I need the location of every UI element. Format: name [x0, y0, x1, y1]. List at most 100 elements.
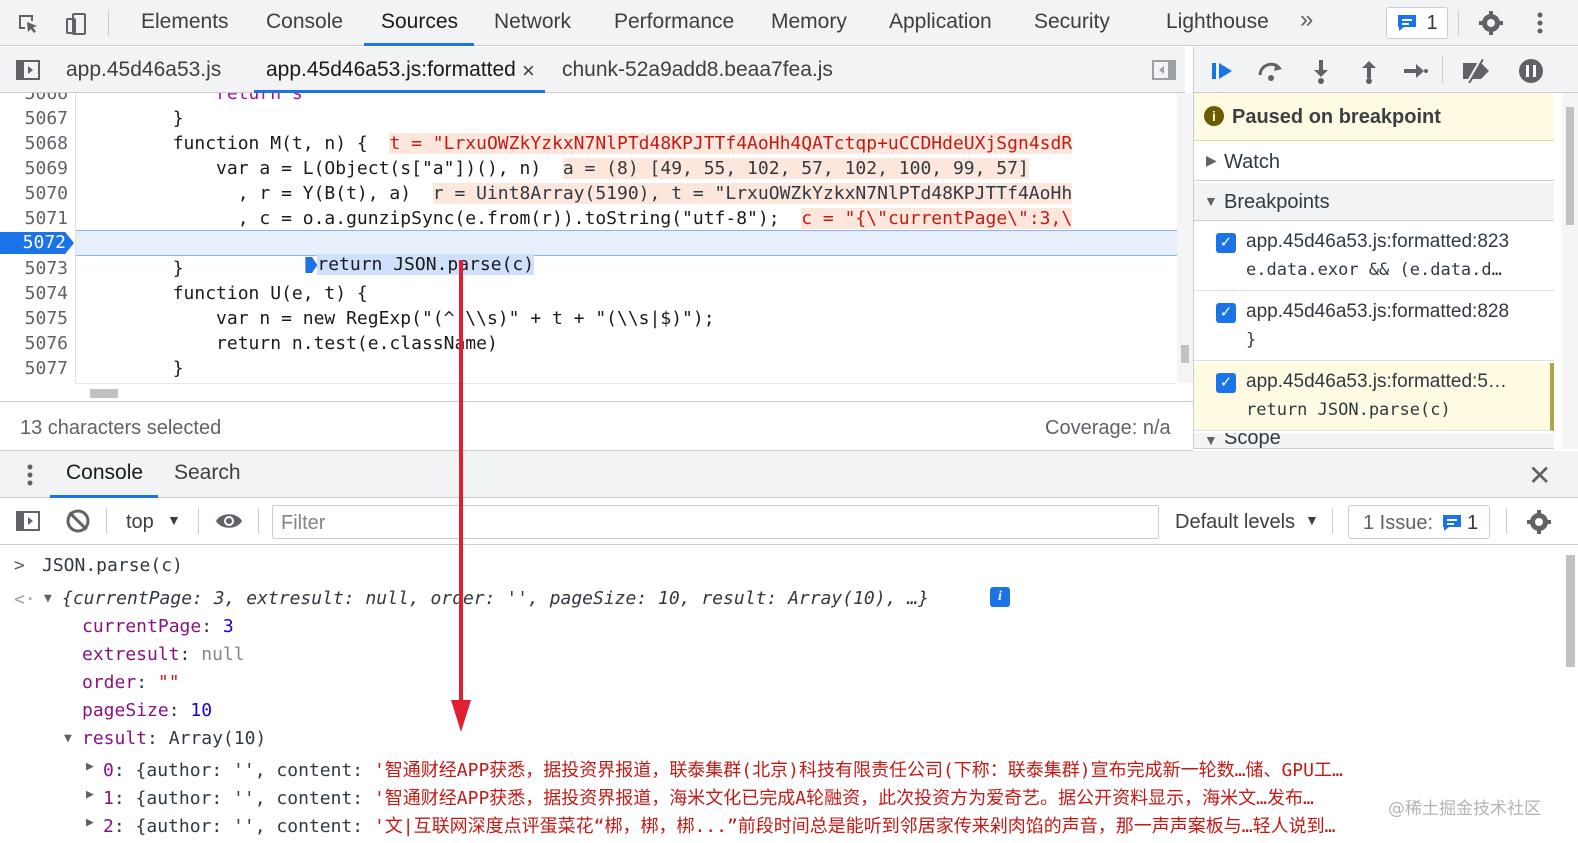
more-tabs-icon[interactable]: »: [1300, 6, 1313, 34]
console-filter-input[interactable]: Filter: [272, 505, 1159, 539]
line-number[interactable]: 5077: [0, 358, 68, 379]
result-arrow-icon: <·: [14, 589, 36, 610]
input-prompt-icon: >: [14, 555, 25, 576]
info-badge-icon[interactable]: i: [990, 587, 1010, 607]
tab-performance[interactable]: Performance: [614, 10, 734, 34]
line-number[interactable]: 5071: [0, 208, 68, 229]
sidebar-scrollbar[interactable]: [1562, 93, 1578, 449]
clear-console-icon[interactable]: [64, 507, 92, 535]
tab-application[interactable]: Application: [889, 10, 992, 34]
step-into-icon[interactable]: [1306, 56, 1336, 86]
tab-elements[interactable]: Elements: [141, 10, 229, 34]
item-prefix: : {author: '', content:: [114, 816, 374, 837]
breakpoint-item-current[interactable]: ✓ app.45d46a53.js:formatted:5… return JS…: [1194, 363, 1554, 431]
line-number[interactable]: 5069: [0, 158, 68, 179]
console-input-line: JSON.parse(c): [42, 555, 183, 576]
device-toolbar-icon[interactable]: [62, 10, 90, 38]
console-output[interactable]: > JSON.parse(c) <· ▼ {currentPage: 3, ex…: [0, 545, 1578, 843]
expand-triangle-icon[interactable]: ▶: [86, 759, 94, 774]
breakpoint-item[interactable]: ✓ app.45d46a53.js:formatted:828 }: [1194, 293, 1554, 361]
live-expression-eye-icon[interactable]: [214, 507, 244, 535]
expand-triangle-icon[interactable]: ▶: [86, 815, 94, 830]
expand-triangle-icon[interactable]: ▼: [44, 591, 52, 606]
tab-sources[interactable]: Sources: [381, 10, 458, 34]
console-settings-gear-icon[interactable]: [1524, 507, 1554, 537]
log-levels-dropdown[interactable]: Default levels: [1175, 511, 1295, 534]
inline-value: a = (8) [49, 55, 102, 57, 102, 100, 99, …: [563, 158, 1029, 179]
step-over-icon[interactable]: [1256, 56, 1286, 86]
close-tab-icon[interactable]: ×: [522, 58, 535, 84]
breakpoints-section-header[interactable]: ▼ Breakpoints: [1194, 183, 1554, 221]
context-selector[interactable]: top: [126, 511, 154, 534]
drawer-tab-console[interactable]: Console: [66, 461, 143, 485]
item-prefix: : {author: '', content:: [114, 788, 374, 809]
file-tabs-bar: app.45d46a53.js app.45d46a53.js:formatte…: [0, 47, 1185, 93]
tab-network[interactable]: Network: [494, 10, 571, 34]
expand-triangle-icon[interactable]: ▼: [64, 731, 72, 746]
scrollbar-thumb[interactable]: [1566, 555, 1575, 667]
resume-icon[interactable]: [1208, 56, 1238, 86]
code-editor[interactable]: 5066 5067 5068 5069 5070 5071 5072 5073 …: [0, 93, 1177, 383]
toggle-debugger-icon[interactable]: [1150, 56, 1178, 84]
tab-console[interactable]: Console: [266, 10, 343, 34]
code-text: , r = Y(B(t), a): [86, 183, 433, 204]
tab-memory[interactable]: Memory: [771, 10, 847, 34]
breakpoint-location: app.45d46a53.js:formatted:823: [1246, 231, 1509, 253]
array-item[interactable]: 0: {author: '', content: '智通财经APP获悉，据投资界…: [103, 756, 1343, 782]
code-line: function U(e, t) {: [86, 283, 368, 304]
drawer-menu-icon[interactable]: [22, 461, 38, 489]
console-issues-button[interactable]: 1 Issue: 1: [1348, 505, 1490, 539]
breakpoint-item[interactable]: ✓ app.45d46a53.js:formatted:823 e.data.e…: [1194, 223, 1554, 291]
breakpoint-marker[interactable]: 5072: [0, 232, 74, 254]
editor-vertical-scrollbar[interactable]: [1177, 93, 1193, 383]
red-annotation-arrow: [450, 260, 472, 735]
expand-triangle-icon[interactable]: ▶: [86, 787, 94, 802]
file-tab-app[interactable]: app.45d46a53.js: [66, 58, 221, 82]
line-number[interactable]: 5076: [0, 333, 68, 354]
object-property: currentPage: 3: [82, 616, 234, 637]
drawer-tab-bar: Console Search ✕: [0, 451, 1578, 498]
tab-lighthouse[interactable]: Lighthouse: [1166, 10, 1269, 34]
watch-section-header[interactable]: ▶ Watch: [1194, 143, 1554, 181]
more-options-icon[interactable]: [1530, 8, 1550, 38]
deactivate-breakpoints-icon[interactable]: [1458, 56, 1494, 86]
step-out-icon[interactable]: [1354, 56, 1384, 86]
toggle-navigator-icon[interactable]: [14, 56, 42, 84]
console-scrollbar[interactable]: [1562, 545, 1578, 843]
breakpoint-checkbox[interactable]: ✓: [1216, 373, 1236, 393]
line-number[interactable]: 5067: [0, 108, 68, 129]
array-item[interactable]: 2: {author: '', content: '文|互联网深度点评蛋菜花“梆…: [103, 812, 1335, 838]
scrollbar-thumb[interactable]: [1566, 107, 1574, 225]
settings-gear-icon[interactable]: [1476, 8, 1506, 38]
file-tab-chunk[interactable]: chunk-52a9add8.beaa7fea.js: [562, 58, 833, 82]
inline-value: r = Uint8Array(5190), t = "LrxuOWZkYzkxN…: [433, 183, 1072, 204]
object-summary[interactable]: {currentPage: 3, extresult: null, order:…: [62, 588, 929, 609]
scrollbar-thumb[interactable]: [90, 389, 118, 398]
line-number[interactable]: 5068: [0, 133, 68, 154]
dropdown-arrow-icon: ▼: [1305, 512, 1319, 528]
editor-horizontal-scrollbar[interactable]: [76, 383, 1176, 401]
tab-security[interactable]: Security: [1034, 10, 1110, 34]
pause-on-exceptions-icon[interactable]: [1516, 56, 1546, 86]
watch-label: Watch: [1224, 151, 1280, 174]
breakpoint-checkbox[interactable]: ✓: [1216, 303, 1236, 323]
line-number[interactable]: 5070: [0, 183, 68, 204]
scrollbar-thumb[interactable]: [1181, 345, 1189, 363]
console-sidebar-icon[interactable]: [14, 507, 42, 535]
step-icon[interactable]: [1400, 56, 1430, 86]
drawer-tab-search[interactable]: Search: [174, 461, 241, 485]
line-number[interactable]: 5066: [0, 93, 68, 104]
line-number[interactable]: 5073: [0, 258, 68, 279]
file-tab-app-formatted[interactable]: app.45d46a53.js:formatted: [266, 58, 516, 82]
line-number[interactable]: 5075: [0, 308, 68, 329]
object-property[interactable]: result: Array(10): [82, 728, 266, 749]
scope-section-header[interactable]: ▼ Scope: [1194, 433, 1554, 449]
issues-counter-button[interactable]: 1: [1386, 7, 1448, 39]
array-item[interactable]: 1: {author: '', content: '智通财经APP获悉，据投资界…: [103, 784, 1314, 810]
line-number[interactable]: 5074: [0, 283, 68, 304]
breakpoint-checkbox[interactable]: ✓: [1216, 233, 1236, 253]
breakpoint-location: app.45d46a53.js:formatted:5…: [1246, 371, 1507, 393]
inspect-element-icon[interactable]: [14, 10, 42, 38]
execution-pointer-icon: [305, 257, 317, 273]
close-drawer-icon[interactable]: ✕: [1528, 459, 1551, 492]
